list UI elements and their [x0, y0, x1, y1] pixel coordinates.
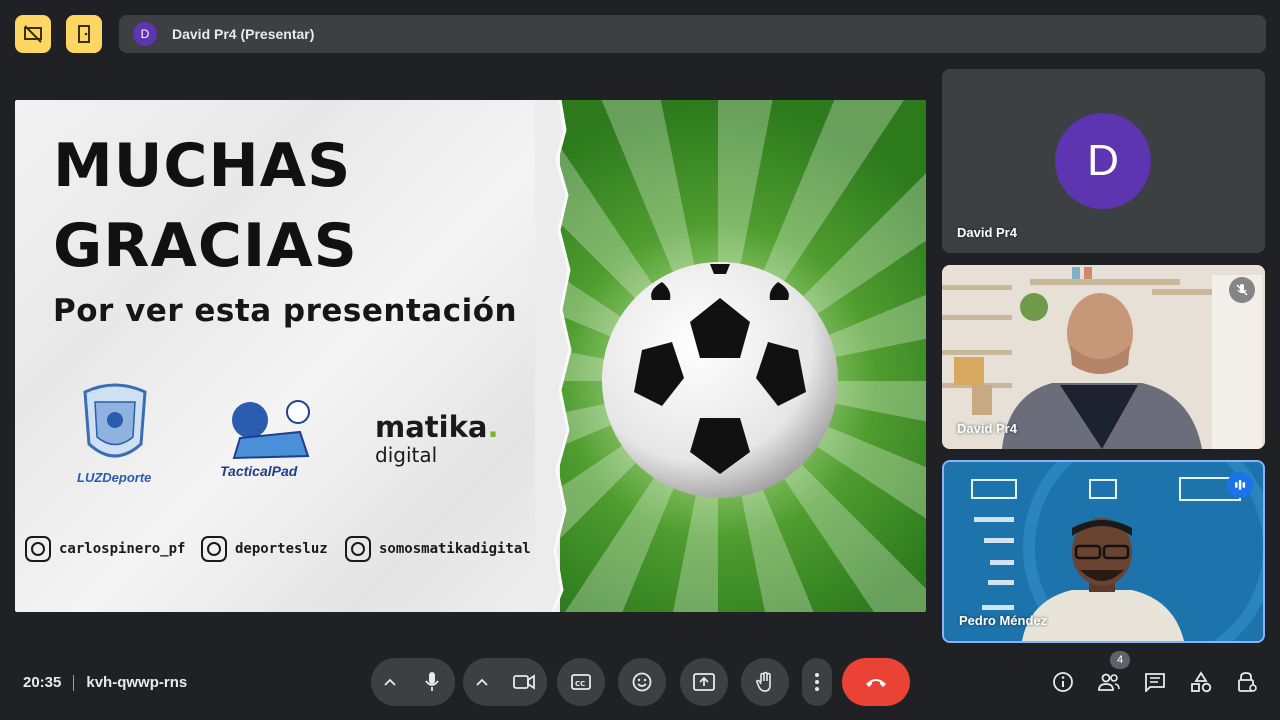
present-to-all-icon: [693, 673, 715, 691]
shared-presentation: MUCHAS GRACIAS Por ver esta presentación…: [15, 100, 926, 612]
leave-call-button[interactable]: [842, 658, 910, 706]
microphone-icon: [425, 672, 439, 691]
speaking-indicator: [1227, 472, 1253, 498]
video-options-button[interactable]: [463, 658, 501, 706]
closed-captions-icon: CC: [571, 674, 591, 690]
participant-tile[interactable]: David Pr4: [942, 265, 1265, 449]
matika-logo-sub: digital: [375, 443, 438, 467]
participant-avatar: D: [1055, 113, 1151, 209]
participant-tile[interactable]: D David Pr4: [942, 69, 1265, 253]
shapes-icon: [1191, 671, 1212, 693]
matika-logo-dot: .: [487, 410, 499, 444]
host-controls-button[interactable]: [1232, 667, 1262, 697]
people-icon: [1098, 673, 1120, 691]
social-handle-3: somosmatikadigital: [345, 536, 531, 562]
info-icon: [1053, 672, 1073, 692]
presenter-avatar: D: [133, 22, 157, 46]
participant-name: Pedro Méndez: [959, 613, 1048, 628]
door-icon: [78, 25, 90, 43]
tacticalpad-logo: [232, 400, 310, 460]
audio-control-group: [371, 658, 455, 706]
slide-subtitle: Por ver esta presentación: [53, 293, 518, 329]
people-button[interactable]: [1094, 667, 1124, 697]
presenter-bar: D David Pr4 (Presentar): [119, 15, 1266, 53]
participant-tile-active[interactable]: Pedro Méndez: [942, 460, 1265, 643]
hand-icon: [756, 671, 771, 692]
instagram-icon: [201, 536, 227, 562]
lock-person-icon: [1238, 672, 1257, 692]
social-handle-text: somosmatikadigital: [379, 541, 531, 557]
raise-hand-button[interactable]: [741, 658, 789, 706]
social-handle-text: deportesluz: [235, 541, 328, 557]
matika-logo-text: matika: [375, 410, 488, 444]
instagram-icon: [25, 536, 51, 562]
social-handle-text: carlospinero_pf: [59, 541, 186, 557]
activities-button[interactable]: [1186, 667, 1216, 697]
social-handle-1: carlospinero_pf: [25, 536, 185, 562]
present-screen-button[interactable]: [680, 658, 728, 706]
reactions-button[interactable]: [618, 658, 666, 706]
slide-title-line2: GRACIAS: [53, 211, 358, 281]
muted-indicator: [1229, 277, 1255, 303]
meeting-info: 20:35 kvh-qwwp-rns: [23, 674, 187, 691]
soccer-ball-image: [602, 262, 838, 498]
presenter-label: David Pr4 (Presentar): [172, 26, 315, 42]
presentation-layout-button[interactable]: [15, 15, 51, 53]
svg-text:CC: CC: [575, 680, 585, 688]
participant-name: David Pr4: [957, 421, 1017, 436]
microphone-button[interactable]: [409, 659, 455, 705]
mic-off-icon: [1236, 284, 1248, 296]
more-options-button[interactable]: [802, 658, 832, 706]
captions-button[interactable]: CC: [557, 658, 605, 706]
presentation-off-icon: [24, 25, 42, 43]
camera-button[interactable]: [501, 659, 547, 705]
leave-presentation-button[interactable]: [66, 15, 102, 53]
matika-logo: matika.: [375, 413, 498, 442]
more-vert-icon: [815, 673, 819, 691]
social-handle-2: deportesluz: [201, 536, 328, 562]
meeting-code[interactable]: kvh-qwwp-rns: [86, 674, 187, 691]
chat-icon: [1145, 673, 1165, 692]
tacticalpad-logo-text: TacticalPad: [220, 463, 298, 479]
chat-button[interactable]: [1140, 667, 1170, 697]
chevron-up-icon: [384, 678, 396, 686]
audio-wave-icon: [1235, 480, 1246, 490]
phone-hangup-icon: [866, 679, 886, 687]
video-control-group: [463, 658, 547, 706]
meeting-details-button[interactable]: [1048, 667, 1078, 697]
divider: [73, 674, 75, 691]
instagram-icon: [345, 536, 371, 562]
luz-logo-text: LUZDeporte: [77, 470, 152, 485]
chevron-up-icon: [476, 678, 488, 686]
camera-icon: [513, 674, 535, 690]
emoji-icon: [632, 672, 652, 692]
audio-options-button[interactable]: [371, 658, 409, 706]
clock-time: 20:35: [23, 674, 62, 691]
slide-title-line1: MUCHAS: [53, 131, 352, 201]
participant-name: David Pr4: [957, 225, 1017, 240]
torn-paper-edge: [535, 100, 572, 612]
